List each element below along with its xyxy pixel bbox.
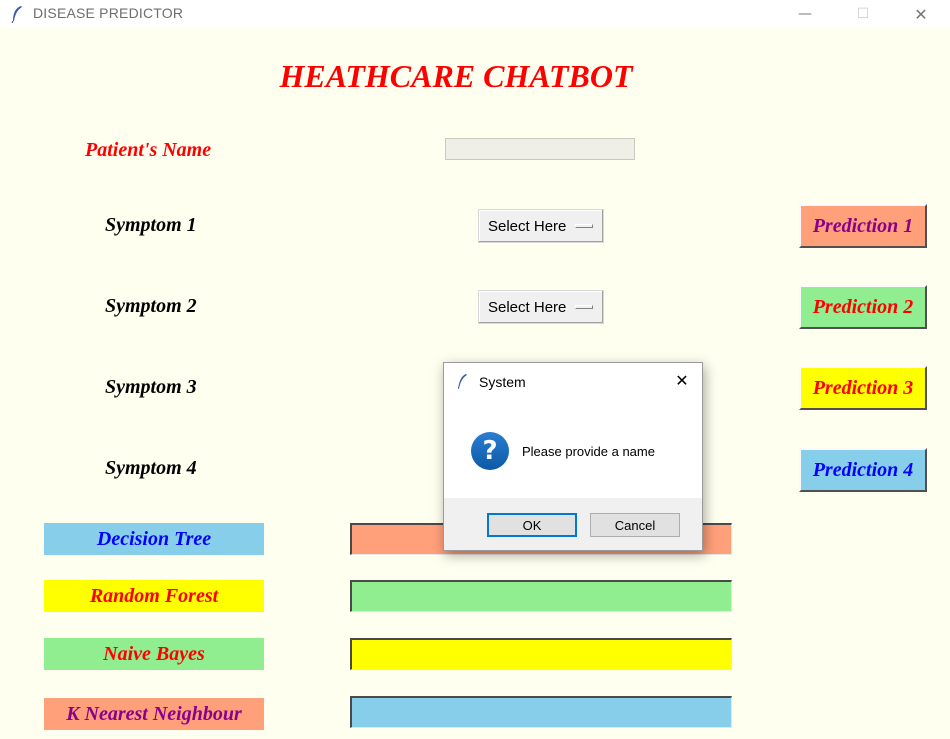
algo-label-naive-bayes: Naive Bayes [44,638,264,670]
ok-button[interactable]: OK [487,513,577,537]
maximize-button[interactable]: ☐ [840,0,886,28]
random-forest-result [350,580,732,612]
feather-icon [458,374,467,389]
feather-icon [11,6,22,23]
system-dialog: System ✕ ? Please provide a name OK Canc… [443,362,703,551]
algo-label-random-forest: Random Forest [44,580,264,612]
close-icon: ✕ [675,373,689,390]
question-icon: ? [471,432,509,470]
minimize-button[interactable]: — [782,0,828,28]
minimize-icon: — [798,6,812,22]
dropdown-indicator-icon [575,305,593,309]
symptom-2-selected: Select Here [488,298,567,316]
algo-label-decision-tree: Decision Tree [44,523,264,555]
symptom-2-label: Symptom 2 [105,295,197,317]
symptom-1-dropdown[interactable]: Select Here [478,209,604,243]
symptom-2-dropdown[interactable]: Select Here [478,290,604,324]
patient-name-label: Patient's Name [85,139,212,161]
prediction-2-button[interactable]: Prediction 2 [799,285,927,329]
prediction-1-button[interactable]: Prediction 1 [799,204,927,248]
dropdown-indicator-icon [575,224,593,228]
cancel-button[interactable]: Cancel [590,513,680,537]
prediction-4-button[interactable]: Prediction 4 [799,448,927,492]
page-title: HEATHCARE CHATBOT [279,58,633,94]
patient-name-input[interactable] [445,138,635,160]
symptom-3-label: Symptom 3 [105,376,197,398]
symptom-4-label: Symptom 4 [105,457,197,479]
dialog-close-button[interactable]: ✕ [668,369,696,393]
dialog-message: Please provide a name [522,444,655,459]
symptom-1-selected: Select Here [488,217,567,235]
naive-bayes-result [350,638,732,670]
symptom-1-label: Symptom 1 [105,214,197,236]
knn-result [350,696,732,728]
close-window-button[interactable]: ✕ [898,0,944,28]
dialog-title: System [479,374,526,390]
window-titlebar: DISEASE PREDICTOR — ☐ ✕ [0,0,950,28]
maximize-icon: ☐ [856,6,870,22]
close-icon: ✕ [914,4,928,24]
prediction-3-button[interactable]: Prediction 3 [799,366,927,410]
algo-label-knn: K Nearest Neighbour [44,698,264,730]
window-title: DISEASE PREDICTOR [33,5,184,21]
